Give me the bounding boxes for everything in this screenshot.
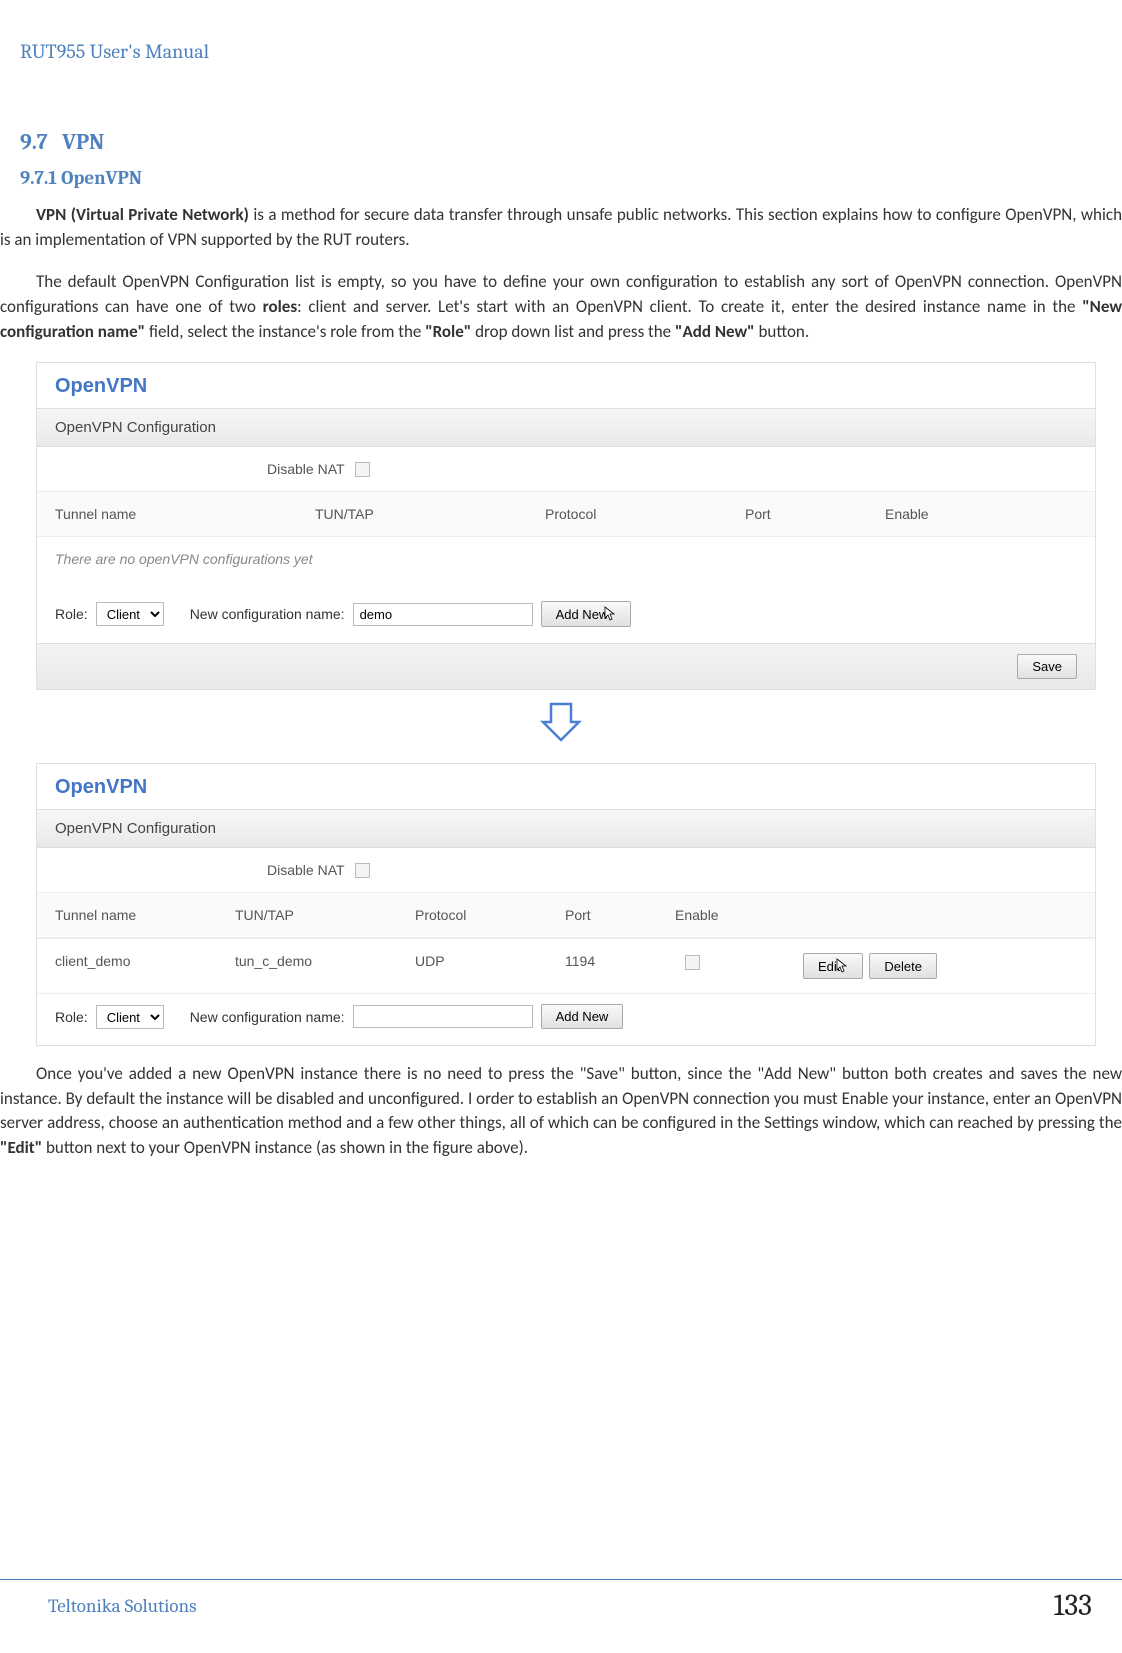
col-tuntap: TUN/TAP — [315, 506, 545, 522]
role-select[interactable]: Client — [96, 602, 164, 626]
col-port: Port — [745, 506, 885, 522]
add-new-button-2[interactable]: Add New — [541, 1004, 624, 1029]
empty-config-msg: There are no openVPN configurations yet — [37, 537, 1095, 591]
screenshot-before: OpenVPN OpenVPN Configuration Disable NA… — [36, 362, 1096, 690]
col-port-2: Port — [565, 907, 675, 923]
p2e: field, select the instance's role from t… — [145, 321, 425, 342]
add-config-row-2: Role: Client New configuration name: Add… — [37, 993, 1095, 1045]
col-protocol-2: Protocol — [415, 907, 565, 923]
add-new-button[interactable]: Add New — [541, 601, 632, 627]
subsection-title: OpenVPN — [61, 167, 142, 189]
col-protocol: Protocol — [545, 506, 745, 522]
cursor-icon-2 — [836, 958, 848, 974]
newcfg-label: New configuration name: — [190, 606, 345, 622]
screenshot-after: OpenVPN OpenVPN Configuration Disable NA… — [36, 763, 1096, 1046]
disable-nat-checkbox[interactable] — [355, 462, 370, 477]
subsection-number: 9.7.1 — [20, 167, 57, 189]
subsection-heading: 9.7.1 OpenVPN — [0, 167, 1122, 203]
config-header-2: OpenVPN Configuration — [37, 809, 1095, 848]
newcfg-input[interactable] — [353, 603, 533, 626]
page-footer: Teltonika Solutions 133 — [0, 1579, 1122, 1623]
footer-brand: Teltonika Solutions — [48, 1595, 197, 1617]
table-header-row: Tunnel name TUN/TAP Protocol Port Enable — [37, 491, 1095, 537]
cell-tunnel: client_demo — [55, 953, 235, 979]
save-bar: Save — [37, 643, 1095, 689]
p2i: button. — [755, 321, 810, 342]
cursor-icon — [604, 606, 616, 622]
role-label: Role: — [55, 606, 88, 622]
p2b: roles — [263, 296, 298, 317]
disable-nat-row-2: Disable NAT — [37, 848, 1095, 892]
paragraph-3: Once you've added a new OpenVPN instance… — [0, 1062, 1122, 1179]
disable-nat-label-2: Disable NAT — [267, 862, 345, 878]
p2g: drop down list and press the — [471, 321, 675, 342]
p3b: "Edit" — [0, 1137, 42, 1158]
paragraph-2: The default OpenVPN Configuration list i… — [0, 270, 1122, 362]
section-title: VPN — [62, 129, 104, 155]
role-select-2[interactable]: Client — [96, 1005, 164, 1029]
add-config-row: Role: Client New configuration name: Add… — [37, 591, 1095, 643]
col-tunnel: Tunnel name — [55, 506, 315, 522]
col-tunnel-2: Tunnel name — [55, 907, 235, 923]
p2c: : client and server. Let's start with an… — [297, 296, 1082, 317]
p3c: button next to your OpenVPN instance (as… — [42, 1137, 528, 1158]
disable-nat-row: Disable NAT — [37, 447, 1095, 491]
disable-nat-checkbox-2[interactable] — [355, 863, 370, 878]
doc-header: RUT955 User's Manual — [0, 40, 1122, 69]
add-new-label: Add New — [556, 607, 609, 622]
enable-checkbox[interactable] — [685, 955, 700, 970]
paragraph-1: VPN (Virtual Private Network) is a metho… — [0, 203, 1122, 270]
section-heading: 9.7 VPN — [0, 69, 1122, 167]
save-button[interactable]: Save — [1017, 654, 1077, 679]
config-header: OpenVPN Configuration — [37, 408, 1095, 447]
term-vpn: VPN (Virtual Private Network) — [36, 204, 249, 225]
cell-enable — [675, 953, 785, 979]
p3a: Once you've added a new OpenVPN instance… — [0, 1063, 1122, 1133]
col-enable: Enable — [885, 506, 985, 522]
row-actions: Edit Delete — [803, 953, 1077, 979]
table-row: client_demo tun_c_demo UDP 1194 Edit Del… — [37, 938, 1095, 993]
panel-title-2: OpenVPN — [37, 764, 1095, 809]
cell-tuntap: tun_c_demo — [235, 953, 415, 979]
section-number: 9.7 — [20, 129, 48, 155]
p2f: "Role" — [425, 321, 471, 342]
table-header-row-2: Tunnel name TUN/TAP Protocol Port Enable — [37, 892, 1095, 938]
cell-protocol: UDP — [415, 953, 565, 979]
p2h: "Add New" — [675, 321, 755, 342]
col-tuntap-2: TUN/TAP — [235, 907, 415, 923]
cell-port: 1194 — [565, 953, 675, 979]
role-label-2: Role: — [55, 1009, 88, 1025]
disable-nat-label: Disable NAT — [267, 461, 345, 477]
edit-button[interactable]: Edit — [803, 953, 863, 979]
col-enable-2: Enable — [675, 907, 785, 923]
page-number: 133 — [1053, 1588, 1102, 1623]
arrow-down-icon — [0, 700, 1122, 749]
delete-button[interactable]: Delete — [869, 953, 937, 979]
newcfg-label-2: New configuration name: — [190, 1009, 345, 1025]
panel-title: OpenVPN — [37, 363, 1095, 408]
newcfg-input-2[interactable] — [353, 1005, 533, 1028]
